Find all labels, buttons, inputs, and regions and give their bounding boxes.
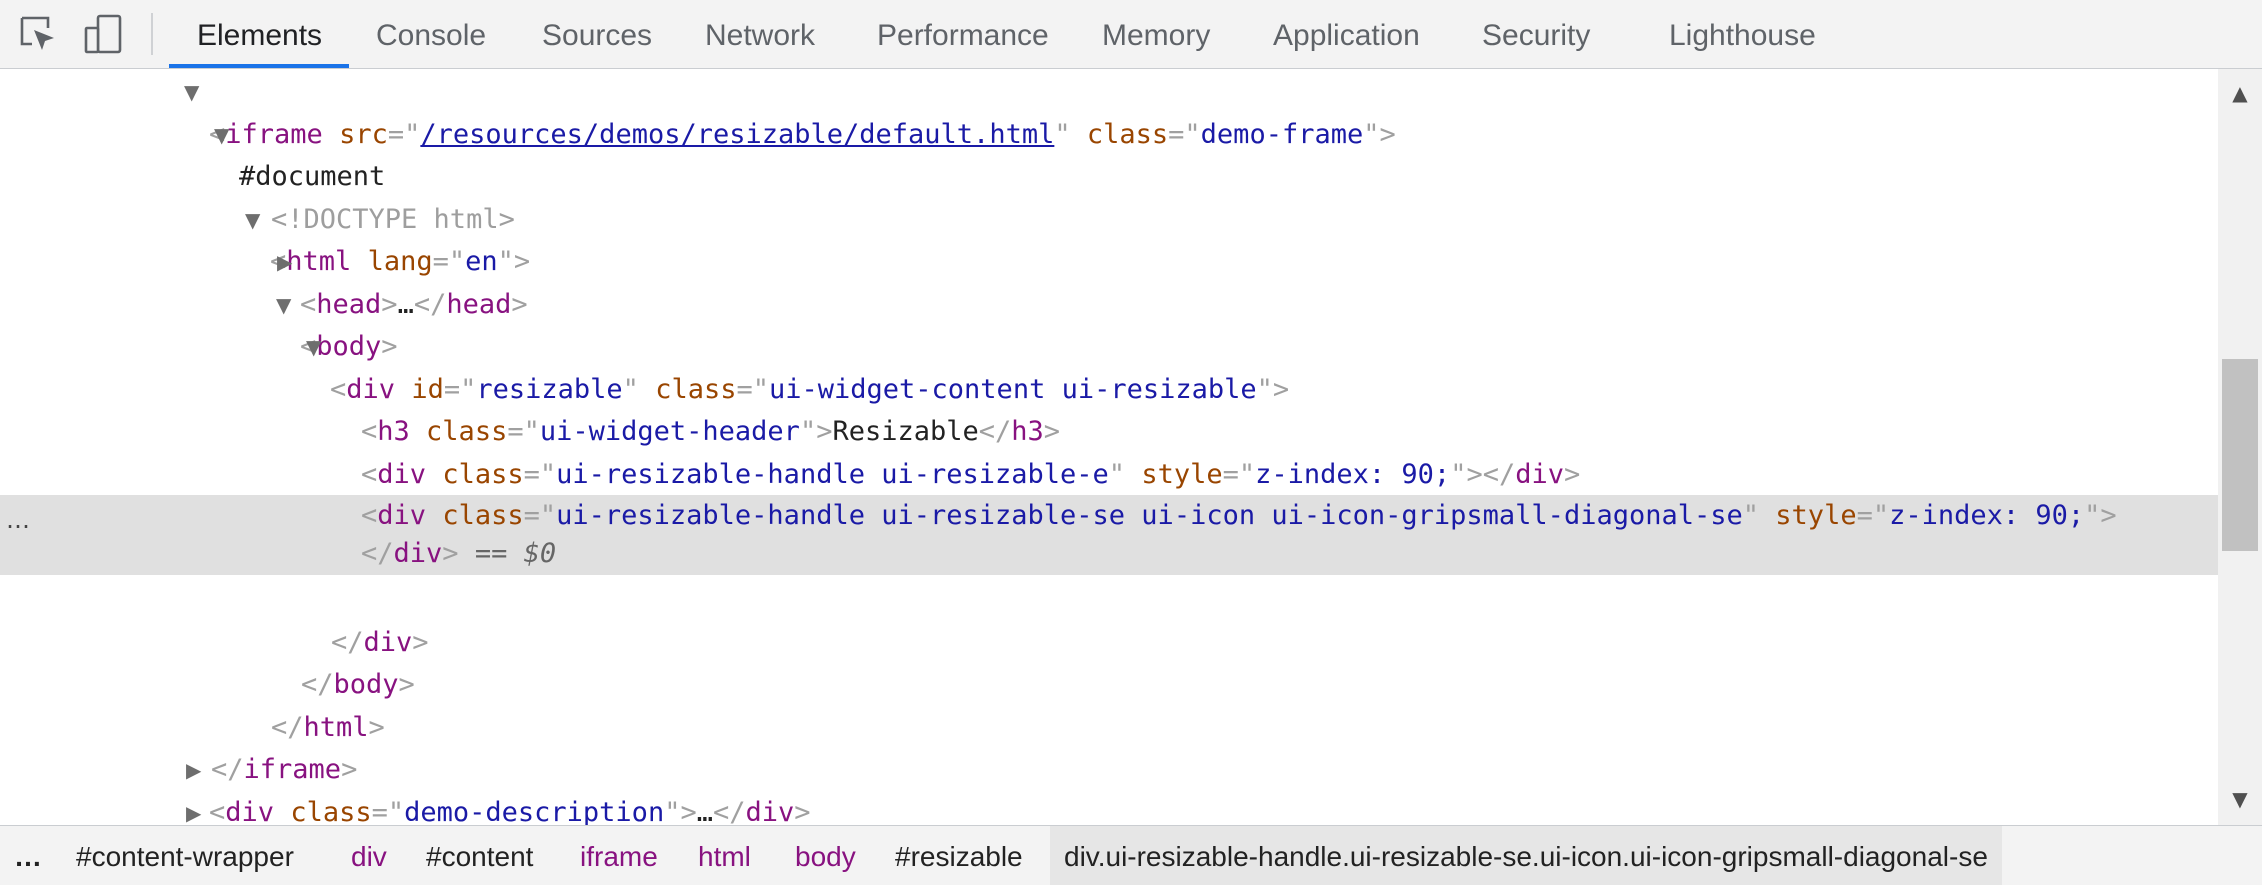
devtools-toolbar: Elements Console Sources Network Perform… — [0, 0, 2262, 69]
breadcrumb-item[interactable]: iframe — [580, 826, 658, 885]
tree-row-body[interactable]: ▼ <body> — [0, 284, 2218, 363]
selected-node-marker: == $0 — [474, 538, 557, 569]
breadcrumb-item-selected[interactable]: div.ui-resizable-handle.ui-resizable-se.… — [1050, 826, 2002, 885]
tab-memory[interactable]: Memory — [1102, 0, 1210, 68]
tree-row-head[interactable]: ▶ <head>…</head> — [0, 241, 2218, 320]
tab-lighthouse[interactable]: Lighthouse — [1669, 0, 1816, 68]
breadcrumb-item[interactable]: #resizable — [895, 826, 1023, 885]
tree-row-close-body[interactable]: </body> — [0, 622, 2218, 700]
tree-row-demo-description[interactable]: ▶ <div class="demo-description">…</div> — [0, 749, 2218, 825]
tree-scrollbar[interactable]: ▲ ▼ — [2218, 69, 2262, 825]
tree-row-handle-se-selected[interactable]: … <div class="ui-resizable-handle ui-res… — [0, 495, 2218, 575]
scroll-up-arrow-icon[interactable]: ▲ — [2218, 73, 2262, 113]
scroll-down-arrow-icon[interactable]: ▼ — [2218, 779, 2262, 819]
expand-triangle-icon[interactable]: ▼ — [245, 199, 260, 242]
breadcrumb-more-button[interactable]: … — [14, 826, 42, 885]
scrollbar-thumb[interactable] — [2222, 359, 2258, 551]
device-toolbar-icon[interactable] — [84, 14, 124, 54]
inspect-element-icon[interactable] — [18, 14, 58, 54]
attr-value: ui-resizable-handle ui-resizable-se ui-i… — [556, 500, 1743, 531]
tree-row-close-iframe[interactable]: </iframe> — [0, 707, 2218, 785]
tab-security[interactable]: Security — [1482, 0, 1590, 68]
tree-row-doctype[interactable]: <!DOCTYPE html> — [0, 156, 2218, 235]
tree-row-html[interactable]: ▼ <html lang="en"> — [0, 199, 2218, 278]
breadcrumb-item[interactable]: body — [795, 826, 856, 885]
breadcrumb: … #content-wrapper div #content iframe h… — [0, 825, 2262, 885]
tree-row-handle-s[interactable]: <div class="ui-resizable-handle ui-resiz… — [0, 454, 2218, 532]
tree-row-close-html[interactable]: </html> — [0, 664, 2218, 743]
tree-row-view-source[interactable]: ▶<div class="view-source">…</div> — [0, 792, 2218, 826]
expand-triangle-icon[interactable]: ▼ — [276, 284, 291, 327]
toolbar-divider — [151, 13, 153, 55]
tab-elements[interactable]: Elements — [197, 0, 322, 68]
tree-row-close-div[interactable]: </div> — [0, 579, 2218, 658]
tree-row-h3[interactable]: <h3 class="ui-widget-header">Resizable</… — [0, 369, 2218, 447]
expand-triangle-icon[interactable]: ▶ — [277, 241, 292, 284]
attr-value: z-index: 90; — [1889, 500, 2085, 531]
active-tab-indicator — [169, 64, 349, 68]
tree-row-resizable-div[interactable]: ▼ <div id="resizable" class="ui-widget-co… — [0, 326, 2218, 405]
tree-row-iframe[interactable]: ▼ <iframe src="/resources/demos/resizable… — [0, 71, 2218, 150]
expand-triangle-icon[interactable]: ▼ — [214, 114, 229, 157]
expand-triangle-icon[interactable]: ▼ — [184, 71, 199, 114]
row-actions-button[interactable]: … — [6, 499, 30, 542]
expand-triangle-icon[interactable]: ▶ — [186, 792, 201, 826]
breadcrumb-item[interactable]: div — [351, 826, 387, 885]
tab-performance[interactable]: Performance — [877, 0, 1049, 68]
tag-name: div — [377, 500, 427, 531]
breadcrumb-item[interactable]: #content — [426, 826, 533, 885]
tab-console[interactable]: Console — [376, 0, 486, 68]
tree-row-document[interactable]: ▼ #document — [0, 114, 2218, 193]
breadcrumb-item[interactable]: #content-wrapper — [76, 826, 294, 885]
expand-triangle-icon[interactable]: ▼ — [306, 326, 321, 369]
tab-sources[interactable]: Sources — [542, 0, 652, 68]
tree-row-handle-e[interactable]: <div class="ui-resizable-handle ui-resiz… — [0, 411, 2218, 490]
breadcrumb-item[interactable]: html — [698, 826, 751, 885]
expand-triangle-icon[interactable]: ▶ — [186, 749, 201, 792]
dom-tree: ▼ <iframe src="/resources/demos/resizable… — [0, 69, 2218, 825]
tag-name: div — [393, 538, 443, 569]
attr-name: class — [442, 500, 524, 531]
attr-name: style — [1775, 500, 1857, 531]
tab-application[interactable]: Application — [1273, 0, 1420, 68]
tab-network[interactable]: Network — [705, 0, 815, 68]
